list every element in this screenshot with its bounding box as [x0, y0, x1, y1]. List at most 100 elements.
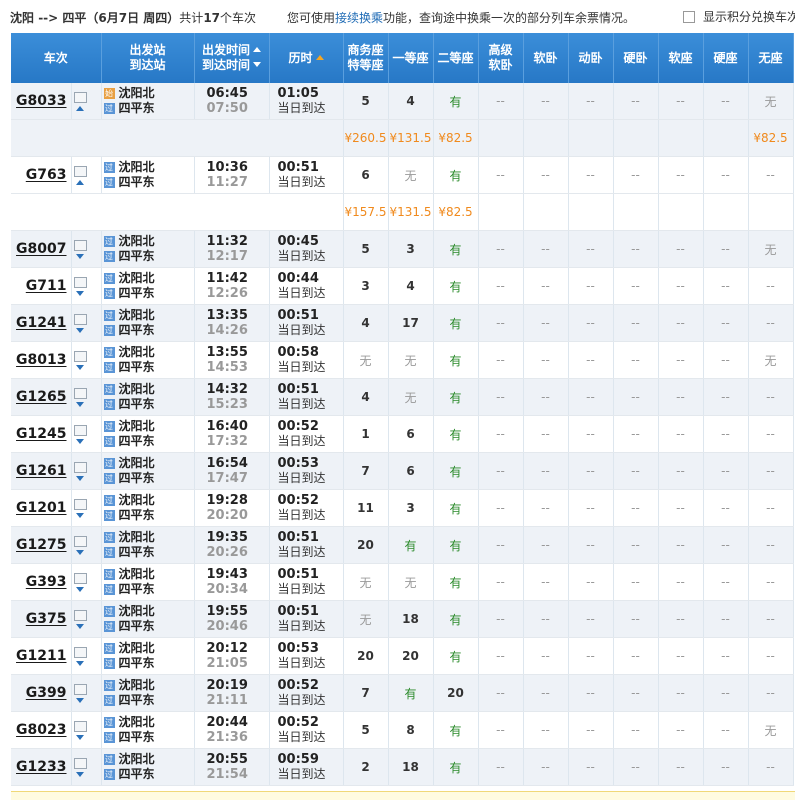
seat-availability[interactable]: 有	[433, 267, 479, 305]
expand-price-icon[interactable]	[75, 439, 84, 444]
train-info-icon[interactable]	[73, 388, 87, 399]
table-row[interactable]: G1211 过沈阳北过四平东 20:12 21:05 00:53 当日到达 20 20 有 -- -…	[11, 637, 794, 675]
train-info-icon[interactable]	[73, 536, 87, 547]
seat-availability[interactable]: 6	[343, 156, 389, 194]
arrival-station[interactable]: 四平东	[119, 656, 155, 670]
seat-availability[interactable]: 有	[388, 674, 434, 712]
train-number[interactable]: G1201	[11, 489, 72, 527]
table-row[interactable]: G8013 过沈阳北过四平东 13:55 14:53 00:58 当日到达无无有 -- -- -…	[11, 341, 794, 379]
col-times[interactable]: 出发时间 到达时间	[194, 33, 270, 83]
train-number[interactable]: G1261	[11, 452, 72, 490]
seat-availability[interactable]: 5	[343, 711, 389, 749]
departure-station[interactable]: 沈阳北	[119, 160, 155, 174]
table-row[interactable]: G763 过沈阳北过四平东 10:36 11:27 00:51 当日到达 6 无有 -- -- --…	[11, 156, 794, 194]
seat-availability[interactable]: 7	[343, 452, 389, 490]
seat-availability[interactable]: 有	[388, 526, 434, 564]
seat-availability[interactable]: 20	[343, 637, 389, 675]
train-info-icon[interactable]	[73, 573, 87, 584]
arrival-station[interactable]: 四平东	[119, 508, 155, 522]
table-row[interactable]: G1201 过沈阳北过四平东 19:28 20:20 00:52 当日到达 11 3 有 -- --…	[11, 489, 794, 527]
seat-availability[interactable]: 4	[388, 83, 434, 120]
arrival-station[interactable]: 四平东	[119, 767, 155, 781]
seat-availability[interactable]: 3	[343, 267, 389, 305]
train-info-icon[interactable]	[73, 314, 87, 325]
table-row[interactable]: G1275 过沈阳北过四平东 19:35 20:26 00:51 当日到达 20 有有 -- --…	[11, 526, 794, 564]
table-row[interactable]: G1265 过沈阳北过四平东 14:32 15:23 00:51 当日到达 4 无有 -- -- -…	[11, 378, 794, 416]
seat-availability[interactable]: 有	[433, 526, 479, 564]
departure-station[interactable]: 沈阳北	[119, 456, 155, 470]
arrival-station[interactable]: 四平东	[119, 434, 155, 448]
train-info-icon[interactable]	[73, 240, 87, 251]
seat-availability[interactable]: 18	[388, 600, 434, 638]
arrival-station[interactable]: 四平东	[119, 360, 155, 374]
arrival-station[interactable]: 四平东	[119, 175, 155, 189]
expand-price-icon[interactable]	[75, 661, 84, 666]
train-info-icon[interactable]	[73, 610, 87, 621]
departure-station[interactable]: 沈阳北	[119, 715, 155, 729]
departure-station[interactable]: 沈阳北	[119, 345, 155, 359]
train-number[interactable]: G1245	[11, 415, 72, 453]
train-number[interactable]: G1233	[11, 748, 72, 786]
expand-price-icon[interactable]	[75, 735, 84, 740]
departure-station[interactable]: 沈阳北	[119, 567, 155, 581]
departure-station[interactable]: 沈阳北	[119, 308, 155, 322]
train-number[interactable]: G393	[11, 563, 72, 601]
train-info-icon[interactable]	[73, 425, 87, 436]
table-row[interactable]: G1233 过沈阳北过四平东 20:55 21:54 00:59 当日到达 2 18 有 -- --…	[11, 748, 794, 786]
train-info-icon[interactable]	[73, 684, 87, 695]
seat-availability[interactable]: 有	[433, 304, 479, 342]
expand-price-icon[interactable]	[75, 476, 84, 481]
seat-availability[interactable]: 20	[343, 526, 389, 564]
seat-availability[interactable]: 有	[433, 563, 479, 601]
seat-availability[interactable]: 3	[388, 230, 434, 268]
transfer-link[interactable]: 接续换乘	[335, 11, 383, 25]
seat-availability[interactable]: 20	[388, 637, 434, 675]
train-number[interactable]: G1211	[11, 637, 72, 675]
seat-availability[interactable]: 4	[388, 267, 434, 305]
points-exchange-toggle[interactable]: 显示积分兑换车次	[683, 8, 795, 25]
seat-availability[interactable]: 有	[433, 156, 479, 194]
table-row[interactable]: G375 过沈阳北过四平东 19:55 20:46 00:51 当日到达无 18 有 -- -- -…	[11, 600, 794, 638]
seat-availability[interactable]: 有	[433, 489, 479, 527]
train-number[interactable]: G399	[11, 674, 72, 712]
table-row[interactable]: G8007 过沈阳北过四平东 11:32 12:17 00:45 当日到达 5 3 有 -- -- -…	[11, 230, 794, 268]
seat-availability[interactable]: 7	[343, 674, 389, 712]
col-duration[interactable]: 历时	[269, 33, 344, 83]
table-row[interactable]: G393 过沈阳北过四平东 19:43 20:34 00:51 当日到达无无有 -- -- --…	[11, 563, 794, 601]
table-row[interactable]: G711 过沈阳北过四平东 11:42 12:26 00:44 当日到达 3 4 有 -- -- --…	[11, 267, 794, 305]
train-info-icon[interactable]	[73, 499, 87, 510]
departure-station[interactable]: 沈阳北	[119, 641, 155, 655]
seat-availability[interactable]: 20	[433, 674, 479, 712]
points-checkbox[interactable]	[683, 11, 695, 23]
arrival-station[interactable]: 四平东	[119, 471, 155, 485]
sort-up-icon[interactable]	[253, 47, 261, 52]
sort-duration-icon[interactable]	[315, 54, 324, 60]
train-info-icon[interactable]	[73, 351, 87, 362]
arrival-station[interactable]: 四平东	[119, 249, 155, 263]
table-row[interactable]: G1241 过沈阳北过四平东 13:35 14:26 00:51 当日到达 4 17 有 -- --…	[11, 304, 794, 342]
expand-price-icon[interactable]	[75, 772, 84, 777]
seat-availability[interactable]: 6	[388, 452, 434, 490]
train-number[interactable]: G1241	[11, 304, 72, 342]
collapse-price-icon[interactable]	[75, 106, 84, 111]
expand-price-icon[interactable]	[75, 254, 84, 259]
expand-price-icon[interactable]	[75, 402, 84, 407]
seat-availability[interactable]: 5	[343, 83, 389, 120]
table-row[interactable]: G8033 始沈阳北过四平东 06:45 07:50 01:05 当日到达 5 4 有 -- -- -…	[11, 83, 794, 120]
arrival-station[interactable]: 四平东	[119, 619, 155, 633]
seat-availability[interactable]: 4	[343, 304, 389, 342]
arrival-station[interactable]: 四平东	[119, 730, 155, 744]
seat-availability[interactable]: 17	[388, 304, 434, 342]
train-info-icon[interactable]	[73, 647, 87, 658]
collapse-price-icon[interactable]	[75, 180, 84, 185]
seat-availability[interactable]: 6	[388, 415, 434, 453]
arrival-station[interactable]: 四平东	[119, 397, 155, 411]
expand-price-icon[interactable]	[75, 624, 84, 629]
arrival-station[interactable]: 四平东	[119, 323, 155, 337]
seat-availability[interactable]: 有	[433, 378, 479, 416]
train-info-icon[interactable]	[73, 462, 87, 473]
departure-station[interactable]: 沈阳北	[119, 86, 155, 100]
seat-availability[interactable]: 有	[433, 415, 479, 453]
train-info-icon[interactable]	[73, 277, 87, 288]
departure-station[interactable]: 沈阳北	[119, 419, 155, 433]
